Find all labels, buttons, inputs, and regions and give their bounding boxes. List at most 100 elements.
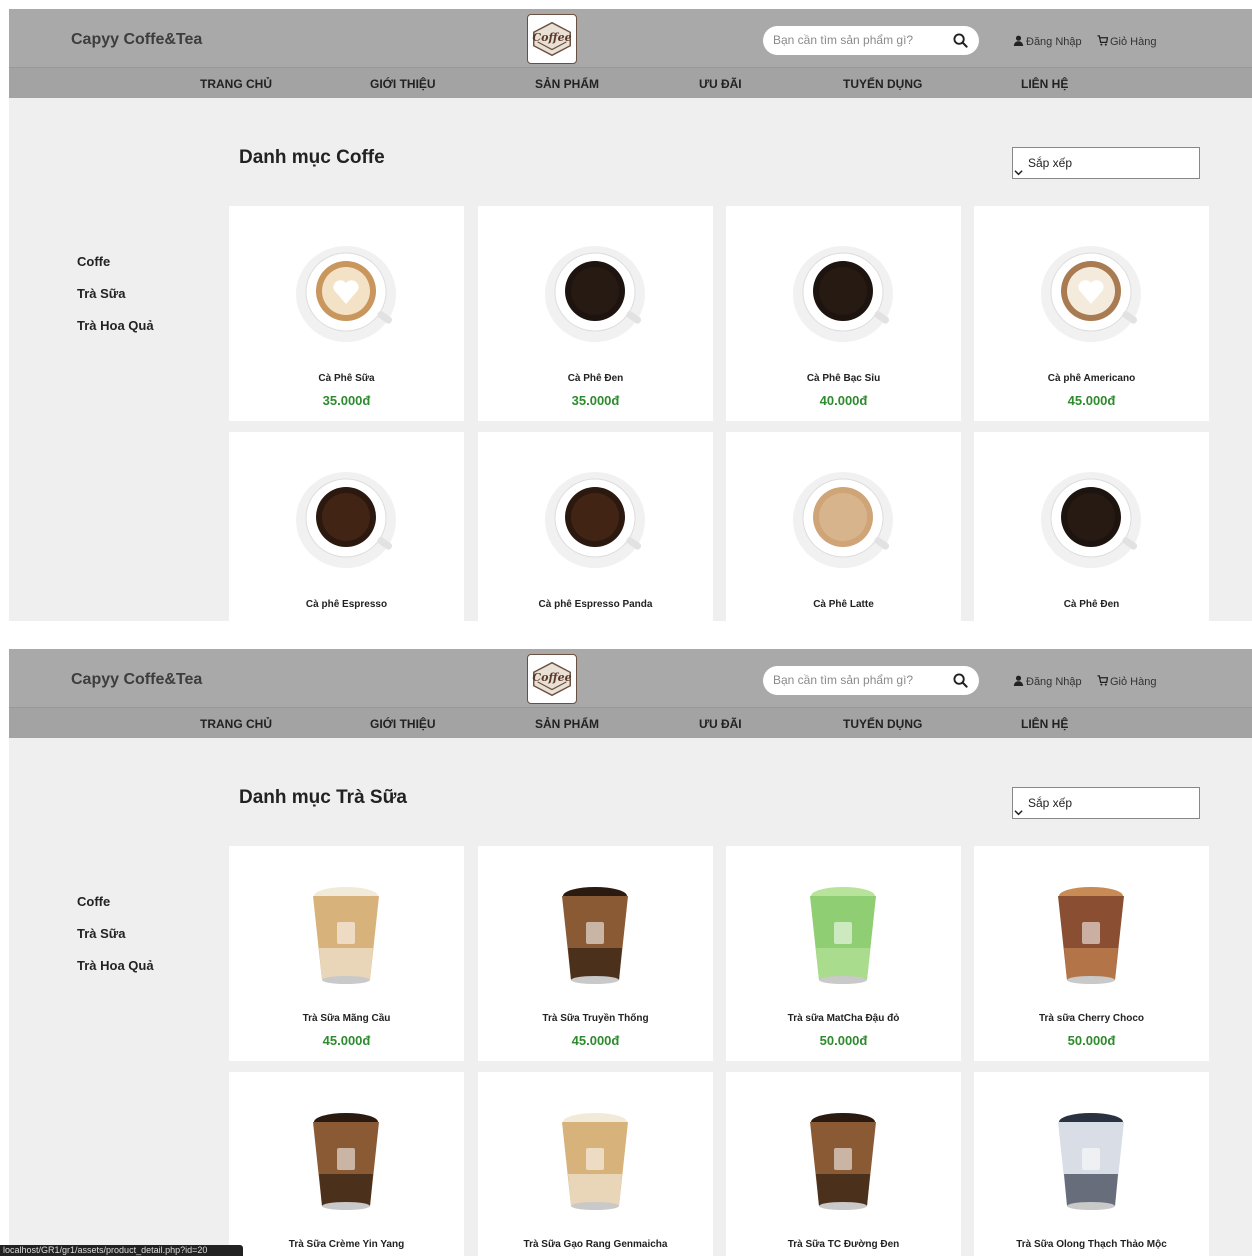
sidebar-category-2[interactable]: Trà Hoa Quả <box>77 958 154 990</box>
top-header: Capyy Coffe&Tea Coffee Đăng Nhập Giỏ Hàn… <box>9 9 1252 67</box>
sidebar-category-1[interactable]: Trà Sữa <box>77 286 154 318</box>
logo-text: Coffee <box>532 31 572 44</box>
product-image[interactable] <box>788 462 898 572</box>
product-image[interactable] <box>540 876 650 986</box>
product-price: 45.000đ <box>571 1033 620 1048</box>
product-image[interactable] <box>540 236 650 346</box>
product-image[interactable] <box>291 236 401 346</box>
product-card[interactable]: Trà sữa MatCha Đậu đỏ 50.000đ <box>726 846 961 1061</box>
product-name[interactable]: Trà Sữa Truyền Thống <box>478 1013 713 1024</box>
product-name[interactable]: Trà Sữa Crème Yin Yang <box>229 1239 464 1250</box>
user-icon <box>1013 675 1024 689</box>
product-image[interactable] <box>1036 236 1146 346</box>
product-price: 45.000đ <box>322 1033 371 1048</box>
login-link[interactable]: Đăng Nhập <box>1013 35 1082 49</box>
sidebar-category-0[interactable]: Coffe <box>77 894 154 926</box>
search-input[interactable] <box>773 670 943 690</box>
product-name[interactable]: Trà sữa MatCha Đậu đỏ <box>726 1013 961 1024</box>
main-nav: TRANG CHỦ GIỚI THIỆU SẢN PHẨM ƯU ĐÃI TUYỂN D… <box>9 707 1252 738</box>
product-name[interactable]: Cà Phê Đen <box>974 599 1209 610</box>
product-card[interactable]: Cà phê Espresso Panda <box>478 432 713 621</box>
product-image[interactable] <box>291 876 401 986</box>
cart-link[interactable]: Giỏ Hàng <box>1097 35 1156 49</box>
product-card[interactable]: Trà Sữa Crème Yin Yang <box>229 1072 464 1256</box>
product-card[interactable]: Cà phê Espresso <box>229 432 464 621</box>
product-card[interactable]: Trà Sữa Gạo Rang Genmaicha <box>478 1072 713 1256</box>
nav-item-2[interactable]: SẢN PHẨM <box>535 717 599 731</box>
user-icon <box>1013 35 1024 49</box>
product-name[interactable]: Trà Sữa TC Đường Đen <box>726 1239 961 1250</box>
nav-item-4[interactable]: TUYỂN DỤNG <box>843 77 922 91</box>
product-name[interactable]: Trà sữa Cherry Choco <box>974 1013 1209 1024</box>
top-header: Capyy Coffe&Tea Coffee Đăng Nhập Giỏ Hàn… <box>9 649 1252 707</box>
product-price: 50.000đ <box>819 1033 868 1048</box>
product-image[interactable] <box>291 1102 401 1212</box>
product-price: 45.000đ <box>1067 393 1116 408</box>
cart-link[interactable]: Giỏ Hàng <box>1097 675 1156 689</box>
product-image[interactable] <box>1036 876 1146 986</box>
nav-item-3[interactable]: ƯU ĐÃI <box>699 717 742 731</box>
product-name[interactable]: Cà Phê Sữa <box>229 373 464 384</box>
brand-name[interactable]: Capyy Coffe&Tea <box>71 31 202 49</box>
category-title: Danh mục Trà Sữa <box>239 787 407 808</box>
product-image[interactable] <box>788 1102 898 1212</box>
product-name[interactable]: Cà phê Americano <box>974 373 1209 384</box>
product-card[interactable]: Trà Sữa TC Đường Đen <box>726 1072 961 1256</box>
product-card[interactable]: Cà Phê Sữa 35.000đ <box>229 206 464 421</box>
nav-item-1[interactable]: GIỚI THIỆU <box>370 77 436 91</box>
product-image[interactable] <box>1036 1102 1146 1212</box>
login-link[interactable]: Đăng Nhập <box>1013 675 1082 689</box>
product-name[interactable]: Cà Phê Bạc Sỉu <box>726 373 961 384</box>
product-price: 35.000đ <box>322 393 371 408</box>
search-box <box>763 26 979 55</box>
sort-select[interactable]: Sắp xếp <box>1012 147 1200 179</box>
product-card[interactable]: Cà Phê Đen 35.000đ <box>478 206 713 421</box>
product-name[interactable]: Trà Sữa Mãng Cầu <box>229 1013 464 1024</box>
product-name[interactable]: Cà phê Espresso Panda <box>478 599 713 610</box>
nav-item-4[interactable]: TUYỂN DỤNG <box>843 717 922 731</box>
nav-item-0[interactable]: TRANG CHỦ <box>200 717 272 731</box>
product-name[interactable]: Trà Sữa Olong Thạch Thảo Mộc <box>974 1239 1209 1250</box>
sidebar-category-2[interactable]: Trà Hoa Quả <box>77 318 154 350</box>
product-name[interactable]: Cà phê Espresso <box>229 599 464 610</box>
product-card[interactable]: Trà Sữa Truyền Thống 45.000đ <box>478 846 713 1061</box>
product-card[interactable]: Cà Phê Bạc Sỉu 40.000đ <box>726 206 961 421</box>
category-title: Danh mục Coffe <box>239 147 385 168</box>
nav-item-5[interactable]: LIÊN HỆ <box>1021 717 1068 731</box>
search-box <box>763 666 979 695</box>
sidebar-category-0[interactable]: Coffe <box>77 254 154 286</box>
product-image[interactable] <box>788 236 898 346</box>
category-sidebar: Coffe Trà Sữa Trà Hoa Quả <box>77 254 154 350</box>
nav-item-1[interactable]: GIỚI THIỆU <box>370 717 436 731</box>
product-card[interactable]: Trà Sữa Olong Thạch Thảo Mộc <box>974 1072 1209 1256</box>
product-card[interactable]: Cà Phê Đen <box>974 432 1209 621</box>
product-image[interactable] <box>291 462 401 572</box>
screenshot-2: Capyy Coffe&Tea Coffee Đăng Nhập Giỏ Hàn… <box>9 649 1252 1256</box>
search-input[interactable] <box>773 30 943 50</box>
product-image[interactable] <box>540 462 650 572</box>
coffee-logo[interactable]: Coffee <box>527 654 577 704</box>
product-card[interactable]: Trà Sữa Mãng Cầu 45.000đ <box>229 846 464 1061</box>
nav-item-0[interactable]: TRANG CHỦ <box>200 77 272 91</box>
product-name[interactable]: Cà Phê Latte <box>726 599 961 610</box>
product-card[interactable]: Cà phê Americano 45.000đ <box>974 206 1209 421</box>
search-icon[interactable] <box>953 33 968 48</box>
search-icon[interactable] <box>953 673 968 688</box>
nav-item-2[interactable]: SẢN PHẨM <box>535 77 599 91</box>
product-card[interactable]: Trà sữa Cherry Choco 50.000đ <box>974 846 1209 1061</box>
product-image[interactable] <box>1036 462 1146 572</box>
nav-item-5[interactable]: LIÊN HỆ <box>1021 77 1068 91</box>
product-name[interactable]: Trà Sữa Gạo Rang Genmaicha <box>478 1239 713 1250</box>
brand-name[interactable]: Capyy Coffe&Tea <box>71 671 202 689</box>
product-image[interactable] <box>540 1102 650 1212</box>
coffee-logo[interactable]: Coffee <box>527 14 577 64</box>
product-price: 50.000đ <box>1067 1033 1116 1048</box>
product-price: 35.000đ <box>571 393 620 408</box>
sort-select[interactable]: Sắp xếp <box>1012 787 1200 819</box>
category-sidebar: Coffe Trà Sữa Trà Hoa Quả <box>77 894 154 990</box>
sidebar-category-1[interactable]: Trà Sữa <box>77 926 154 958</box>
nav-item-3[interactable]: ƯU ĐÃI <box>699 77 742 91</box>
product-name[interactable]: Cà Phê Đen <box>478 373 713 384</box>
product-card[interactable]: Cà Phê Latte <box>726 432 961 621</box>
product-image[interactable] <box>788 876 898 986</box>
